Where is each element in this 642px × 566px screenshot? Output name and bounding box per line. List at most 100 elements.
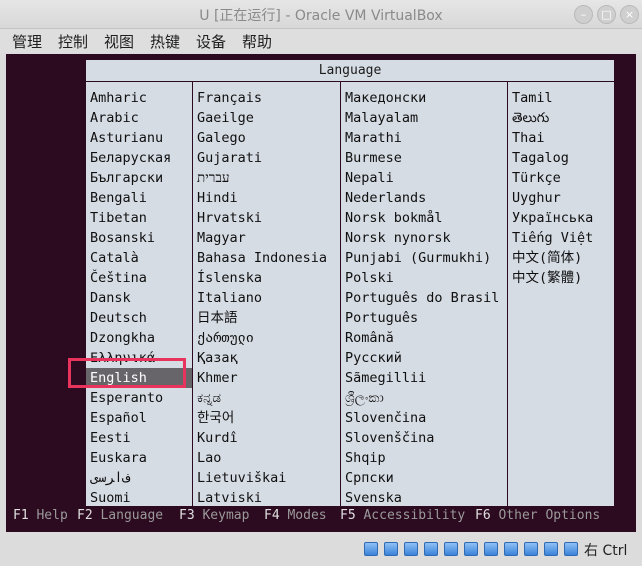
language-item[interactable]: Galego xyxy=(193,128,340,148)
language-item[interactable]: Italiano xyxy=(193,288,340,308)
close-button[interactable]: × xyxy=(620,5,639,24)
language-item[interactable]: Esperanto xyxy=(86,388,192,408)
language-item[interactable]: Thai xyxy=(508,128,614,148)
fkey-other-options[interactable]: F6 Other Options xyxy=(475,508,600,523)
language-item[interactable]: Čeština xyxy=(86,268,192,288)
usb-icon[interactable] xyxy=(444,542,458,556)
language-item[interactable]: Tagalog xyxy=(508,148,614,168)
language-item[interactable]: Română xyxy=(341,328,507,348)
language-item[interactable]: Polski xyxy=(341,268,507,288)
language-item[interactable]: Magyar xyxy=(193,228,340,248)
language-item[interactable]: Lietuviškai xyxy=(193,468,340,488)
language-item[interactable]: Hindi xyxy=(193,188,340,208)
fkey-language[interactable]: F2 Language xyxy=(77,508,163,523)
language-item[interactable]: ಕನ್ನಡ xyxy=(193,388,340,408)
menu-manage[interactable]: 管理 xyxy=(12,31,42,52)
language-item[interactable]: 한국어 xyxy=(193,408,340,428)
language-item[interactable]: Suomi xyxy=(86,488,192,508)
virtualization-icon[interactable] xyxy=(524,542,538,556)
language-item[interactable]: 中文(繁體) xyxy=(508,268,614,288)
language-item[interactable]: Dzongkha xyxy=(86,328,192,348)
language-item[interactable]: Shqip xyxy=(341,448,507,468)
maximize-button[interactable]: □ xyxy=(597,5,616,24)
language-item[interactable]: Қазақ xyxy=(193,348,340,368)
language-item[interactable]: Nederlands xyxy=(341,188,507,208)
language-item[interactable]: 日本語 xyxy=(193,308,340,328)
language-item[interactable]: Gujarati xyxy=(193,148,340,168)
language-item[interactable]: Español xyxy=(86,408,192,428)
language-item[interactable]: Arabic xyxy=(86,108,192,128)
language-item[interactable]: Tamil xyxy=(508,88,614,108)
menu-control[interactable]: 控制 xyxy=(58,31,88,52)
language-item[interactable]: Беларуская xyxy=(86,148,192,168)
language-item[interactable]: Marathi xyxy=(341,128,507,148)
menu-view[interactable]: 视图 xyxy=(104,31,134,52)
audio-icon[interactable] xyxy=(404,542,418,556)
fkey-accessibility[interactable]: F5 Accessibility xyxy=(340,508,465,523)
language-item[interactable]: Türkçe xyxy=(508,168,614,188)
language-item[interactable]: Burmese xyxy=(341,148,507,168)
menu-devices[interactable]: 设备 xyxy=(196,31,226,52)
shared-folders-icon[interactable] xyxy=(464,542,478,556)
language-item[interactable]: Slovenščina xyxy=(341,428,507,448)
language-item[interactable]: Français xyxy=(193,88,340,108)
language-item[interactable]: Português do Brasil xyxy=(341,288,507,308)
language-item[interactable]: Македонски xyxy=(341,88,507,108)
language-item[interactable]: Русский xyxy=(341,348,507,368)
language-item[interactable]: Gaeilge xyxy=(193,108,340,128)
video-capture-icon[interactable] xyxy=(504,542,518,556)
language-item[interactable]: ශ්‍රීලංකා xyxy=(341,388,507,408)
language-item[interactable]: Latviski xyxy=(193,488,340,508)
language-item[interactable]: Српски xyxy=(341,468,507,488)
language-item[interactable]: Svenska xyxy=(341,488,507,508)
language-item[interactable]: ﻑﺍﺮﺳی xyxy=(86,468,192,488)
language-item[interactable]: Slovenčina xyxy=(341,408,507,428)
language-item-label: Tiếng Việt xyxy=(512,230,594,246)
language-item[interactable]: తెలుగు xyxy=(508,108,614,128)
menu-help[interactable]: 帮助 xyxy=(242,31,272,52)
language-item[interactable]: Dansk xyxy=(86,288,192,308)
language-item[interactable]: עברית xyxy=(193,168,340,188)
language-item[interactable]: Sãmegillii xyxy=(341,368,507,388)
language-item[interactable]: Tibetan xyxy=(86,208,192,228)
language-item[interactable]: Euskara xyxy=(86,448,192,468)
mouse-integration-icon[interactable] xyxy=(544,542,558,556)
language-item[interactable]: Amharic xyxy=(86,88,192,108)
language-item[interactable]: Bengali xyxy=(86,188,192,208)
vm-screen[interactable]: Language Amharic Arabic Asturianu Беларуска… xyxy=(6,54,636,532)
language-item[interactable]: Kurdî xyxy=(193,428,340,448)
language-item[interactable]: Eesti xyxy=(86,428,192,448)
language-item[interactable]: Asturianu xyxy=(86,128,192,148)
optical-drive-icon[interactable] xyxy=(384,542,398,556)
language-item[interactable]: Deutsch xyxy=(86,308,192,328)
language-item[interactable]: Български xyxy=(86,168,192,188)
hard-disk-icon[interactable] xyxy=(364,542,378,556)
network-icon[interactable] xyxy=(424,542,438,556)
keyboard-capture-icon[interactable] xyxy=(564,542,578,556)
language-item[interactable]: Українська xyxy=(508,208,614,228)
language-item[interactable]: Tiếng Việt xyxy=(508,228,614,248)
language-item[interactable]: 中文(简体) xyxy=(508,248,614,268)
language-item[interactable]: Nepali xyxy=(341,168,507,188)
language-item[interactable]: Khmer xyxy=(193,368,340,388)
language-item[interactable]: Bosanski xyxy=(86,228,192,248)
menu-hotkeys[interactable]: 热键 xyxy=(150,31,180,52)
language-item[interactable]: Uyghur xyxy=(508,188,614,208)
display-icon[interactable] xyxy=(484,542,498,556)
language-item[interactable]: Íslenska xyxy=(193,268,340,288)
language-item[interactable]: Hrvatski xyxy=(193,208,340,228)
language-item[interactable]: Norsk bokmål xyxy=(341,208,507,228)
language-item[interactable]: Malayalam xyxy=(341,108,507,128)
language-item-label: Lao xyxy=(197,450,222,466)
fkey-help[interactable]: F1 Help xyxy=(13,508,68,523)
language-item[interactable]: Lao xyxy=(193,448,340,468)
language-item[interactable]: ქართული xyxy=(193,328,340,348)
language-item[interactable]: Bahasa Indonesia xyxy=(193,248,340,268)
language-item[interactable]: Català xyxy=(86,248,192,268)
language-item[interactable]: Norsk nynorsk xyxy=(341,228,507,248)
fkey-keymap[interactable]: F3 Keymap xyxy=(179,508,249,523)
fkey-modes[interactable]: F4 Modes xyxy=(264,508,327,523)
language-item[interactable]: Português xyxy=(341,308,507,328)
language-item[interactable]: Punjabi (Gurmukhi) xyxy=(341,248,507,268)
minimize-button[interactable]: – xyxy=(574,5,593,24)
